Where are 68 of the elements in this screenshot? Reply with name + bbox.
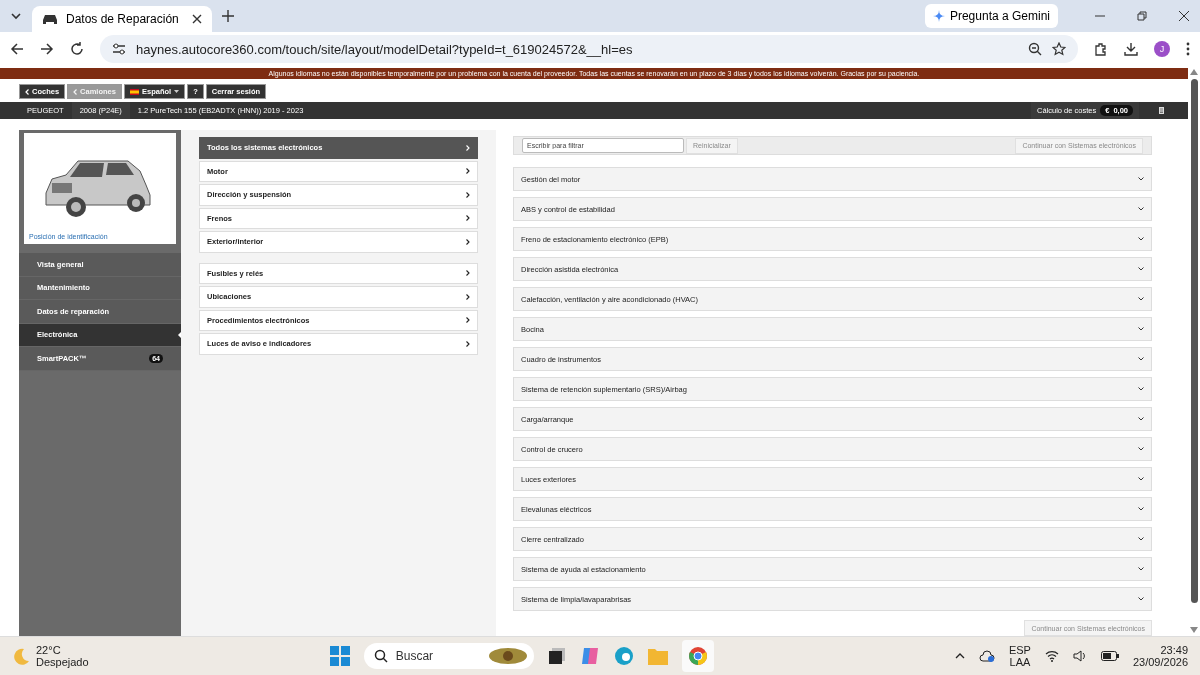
calculator-icon[interactable] <box>1159 107 1164 114</box>
chevron-down-icon <box>1138 327 1144 331</box>
spain-flag-icon <box>129 88 139 95</box>
weather-condition: Despejado <box>36 656 89 668</box>
moon-icon <box>12 647 30 665</box>
cloud-icon[interactable] <box>978 650 995 662</box>
chevron-right-icon <box>466 168 470 175</box>
zoom-icon[interactable] <box>1028 42 1042 56</box>
site-settings-icon[interactable] <box>112 43 126 55</box>
search-icon <box>373 649 388 663</box>
chevron-down-icon <box>1138 537 1144 541</box>
reload-icon[interactable] <box>70 42 84 56</box>
chevron-down-icon <box>1138 357 1144 361</box>
caret-icon <box>174 90 180 93</box>
back-icon[interactable] <box>10 42 24 56</box>
chevron-down-icon <box>1138 387 1144 391</box>
chevron-down-icon <box>1138 507 1144 511</box>
chevron-right-icon <box>466 317 470 324</box>
clock[interactable]: 23:49 23/09/2026 <box>1132 644 1188 668</box>
chevron-right-icon <box>466 144 470 151</box>
restore-icon[interactable] <box>1136 10 1148 22</box>
battery-icon[interactable] <box>1100 651 1119 661</box>
temperature: 22°C <box>36 644 62 656</box>
more-menu-icon[interactable] <box>1186 42 1190 56</box>
scroll-down-icon[interactable] <box>1190 627 1198 633</box>
chevron-right-icon <box>466 270 470 277</box>
chevron-down-icon <box>1138 267 1144 271</box>
close-icon[interactable] <box>192 14 202 24</box>
bookmark-star-icon[interactable] <box>1052 42 1066 56</box>
download-icon[interactable] <box>1124 42 1138 56</box>
chevron-up-icon[interactable] <box>954 653 965 659</box>
chrome-taskbar-button[interactable] <box>681 640 714 672</box>
chevron-down-icon <box>1138 237 1144 241</box>
extensions-icon[interactable] <box>1094 42 1108 56</box>
profile-avatar[interactable]: J <box>1154 41 1170 57</box>
chevron-right-icon <box>466 293 470 300</box>
volume-icon[interactable] <box>1072 650 1087 662</box>
forward-icon[interactable] <box>40 42 54 56</box>
input-language[interactable]: ESP LAA <box>1008 644 1031 668</box>
tab-list-icon[interactable] <box>10 10 22 22</box>
windows-start-icon[interactable] <box>329 646 350 666</box>
chevron-down-icon <box>1138 597 1144 601</box>
browser-tab[interactable]: Datos de Reparación <box>32 6 212 32</box>
chevron-down-icon <box>1138 177 1144 181</box>
gemini-button[interactable]: Pregunta a Gemini <box>924 4 1058 28</box>
search-highlight-icon <box>487 647 528 665</box>
address-bar[interactable]: haynes.autocore360.com/touch/site/layout/modelDetail?typeId=t_619024572&__hl=es <box>100 35 1078 63</box>
wifi-icon[interactable] <box>1044 650 1059 662</box>
chevron-down-icon <box>1138 447 1144 451</box>
taskbar-search-field[interactable]: Buscar <box>363 643 534 669</box>
chevron-down-icon <box>1138 477 1144 481</box>
chevron-right-icon <box>466 215 470 222</box>
chevron-down-icon <box>1138 297 1144 301</box>
scrollbar-thumb[interactable] <box>1190 79 1198 603</box>
chevron-right-icon <box>466 238 470 245</box>
chevron-down-icon <box>1138 567 1144 571</box>
task-view-icon[interactable] <box>547 647 566 665</box>
car-icon <box>42 13 58 25</box>
chevron-down-icon <box>1138 417 1144 421</box>
chrome-icon <box>687 646 708 666</box>
chevron-left-icon <box>25 88 29 95</box>
chevron-down-icon <box>1138 207 1144 211</box>
close-icon[interactable] <box>1178 10 1190 22</box>
chevron-right-icon <box>466 340 470 347</box>
chevron-left-icon <box>73 88 78 95</box>
chevron-right-icon <box>466 191 470 198</box>
new-tab-icon[interactable] <box>222 10 234 22</box>
scroll-up-icon[interactable] <box>1190 69 1198 75</box>
